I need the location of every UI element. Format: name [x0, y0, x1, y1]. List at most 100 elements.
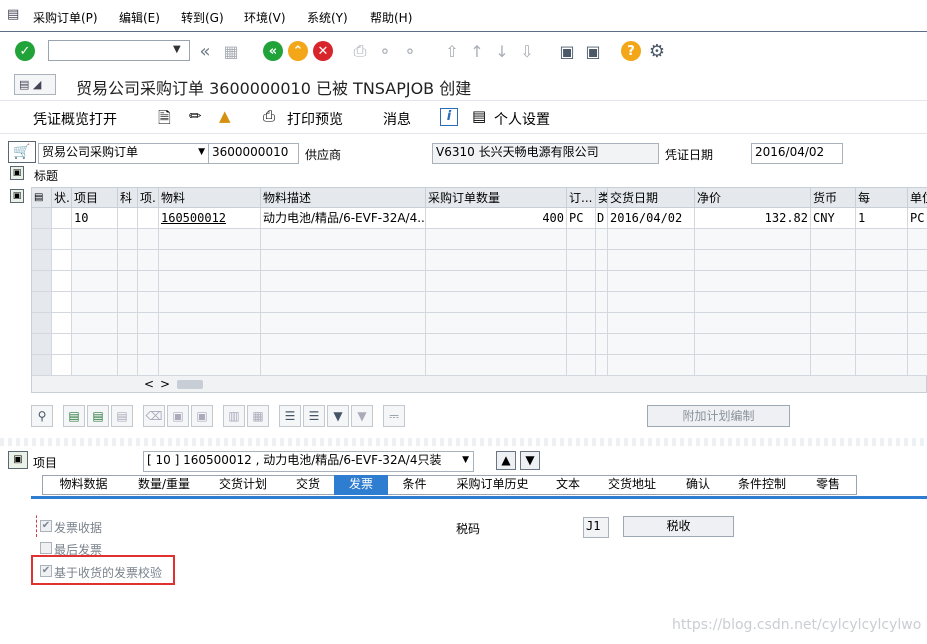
messages-button[interactable]: 消息 — [383, 109, 411, 129]
tab-po-history[interactable]: 采购订单历史 — [441, 476, 545, 494]
cart-icon[interactable]: 🛒 — [8, 141, 36, 163]
session-menu-icon[interactable]: ▤ ◢ — [14, 74, 56, 95]
currency-cell[interactable]: CNY — [811, 208, 856, 229]
filter-icon[interactable]: ▼ — [327, 405, 349, 427]
cancel-icon[interactable]: ✕ — [312, 40, 334, 62]
tab-delivery[interactable]: 交货 — [282, 476, 335, 494]
next-item-button[interactable]: ▼ — [520, 451, 540, 470]
new-document-icon[interactable]: 🗎 — [158, 107, 171, 134]
exit-icon[interactable]: ⌃ — [287, 40, 309, 62]
status-cell[interactable] — [52, 208, 72, 229]
quantity-cell[interactable]: 400 — [426, 208, 567, 229]
scroll-left-icon[interactable]: < — [144, 377, 154, 391]
info-icon[interactable]: i — [440, 108, 458, 126]
menu-edit[interactable]: 编辑(E) — [119, 9, 160, 26]
horizontal-scrollbar-thumb[interactable] — [177, 380, 203, 389]
category-cell[interactable] — [138, 208, 159, 229]
column-header[interactable]: 净价 — [695, 188, 811, 208]
column-header[interactable]: 项目 — [72, 188, 118, 208]
empty-cell[interactable] — [52, 229, 72, 250]
empty-cell[interactable] — [52, 355, 72, 376]
document-overview-button[interactable]: 凭证概览打开 — [33, 109, 117, 129]
tab-texts[interactable]: 文本 — [544, 476, 593, 494]
final-invoice-checkbox[interactable] — [40, 542, 52, 554]
tab-delivery-address[interactable]: 交货地址 — [592, 476, 673, 494]
item-select[interactable]: [ 10 ] 160500012 , 动力电池/精品/6-EVF-32A/4只装… — [143, 451, 474, 472]
details-icon[interactable]: ⚲ — [31, 405, 53, 427]
column-header[interactable]: 订... — [567, 188, 596, 208]
row-selector[interactable] — [32, 208, 52, 229]
menu-icon[interactable]: ▤ — [7, 7, 19, 22]
taxes-button[interactable]: 税收 — [623, 516, 734, 537]
empty-cell[interactable] — [52, 271, 72, 292]
delivery-date-cell[interactable]: 2016/04/02 — [608, 208, 695, 229]
command-field[interactable] — [48, 40, 190, 61]
other-document-icon[interactable]: ▲ — [219, 107, 231, 125]
menu-goto[interactable]: 转到(G) — [181, 9, 224, 26]
account-cell[interactable] — [118, 208, 138, 229]
material-cell[interactable]: 160500012 — [159, 208, 261, 229]
display-change-icon[interactable]: ✏ — [189, 107, 202, 125]
document-type-select[interactable]: 贸易公司采购订单 ▼ — [38, 143, 210, 164]
help-icon[interactable]: ? — [620, 40, 642, 62]
column-header[interactable]: 单位 — [908, 188, 927, 208]
back-double-icon[interactable]: « — [194, 40, 216, 62]
po-number-field[interactable]: 3600000010 — [208, 143, 299, 164]
column-header[interactable]: 项. — [138, 188, 159, 208]
additional-planning-button[interactable]: 附加计划编制 — [647, 405, 790, 427]
menu-help[interactable]: 帮助(H) — [370, 9, 412, 26]
collapse-items-icon[interactable]: ▣ — [10, 189, 24, 203]
column-header[interactable]: 每 — [856, 188, 908, 208]
print-preview-button[interactable]: 打印预览 — [287, 109, 343, 129]
tax-code-field[interactable]: J1 — [583, 517, 609, 538]
empty-cell[interactable] — [52, 250, 72, 271]
sort-descending-icon[interactable]: ☰ — [303, 405, 325, 427]
deselect-rows-icon[interactable]: ▤ — [87, 405, 109, 427]
vendor-field[interactable]: V6310 长兴天畅电源有限公司 — [432, 143, 659, 164]
print-preview-icon[interactable]: ⎙ — [263, 107, 275, 125]
new-session-icon[interactable]: ▣ — [556, 40, 578, 62]
personal-settings-icon[interactable]: ▤ — [472, 107, 486, 125]
net-price-cell[interactable]: 132.82 — [695, 208, 811, 229]
column-header[interactable]: 类 — [596, 188, 608, 208]
menu-system[interactable]: 系统(Y) — [307, 9, 348, 26]
tab-material-data[interactable]: 物料数据 — [43, 476, 125, 494]
invoice-receipt-checkbox[interactable]: ✔ — [40, 520, 52, 532]
splitter[interactable] — [0, 438, 927, 446]
column-header[interactable]: 采购订单数量 — [426, 188, 567, 208]
unit-cell[interactable]: PC — [908, 208, 927, 229]
expand-header-icon[interactable]: ▣ — [10, 166, 24, 180]
tab-condition-control[interactable]: 条件控制 — [724, 476, 801, 494]
column-header[interactable]: 交货日期 — [608, 188, 695, 208]
tab-retail[interactable]: 零售 — [800, 476, 857, 494]
doc-date-field[interactable]: 2016/04/02 — [751, 143, 843, 164]
menu-environment[interactable]: 环境(V) — [244, 9, 286, 26]
select-all-icon[interactable]: ▤ — [32, 188, 52, 208]
sort-ascending-icon[interactable]: ☰ — [279, 405, 301, 427]
item-cell[interactable]: 10 — [72, 208, 118, 229]
scroll-right-icon[interactable]: > — [160, 377, 170, 391]
tab-invoice[interactable]: 发票 — [334, 475, 389, 495]
collapse-item-detail-icon[interactable]: ▣ — [8, 451, 28, 469]
gr-based-iv-checkbox[interactable]: ✔ — [40, 565, 52, 577]
empty-cell[interactable] — [52, 313, 72, 334]
tab-confirmations[interactable]: 确认 — [672, 476, 725, 494]
empty-cell[interactable] — [52, 292, 72, 313]
select-all-rows-icon[interactable]: ▤ — [63, 405, 85, 427]
previous-item-button[interactable]: ▲ — [496, 451, 516, 470]
column-header[interactable]: 物料 — [159, 188, 261, 208]
settings-icon[interactable]: ⚙ — [646, 40, 668, 62]
uom-cell[interactable]: PC — [567, 208, 596, 229]
personal-settings-button[interactable]: 个人设置 — [494, 109, 550, 129]
per-cell[interactable]: 1 — [856, 208, 908, 229]
column-header[interactable]: 物料描述 — [261, 188, 426, 208]
tab-quantities-weights[interactable]: 数量/重量 — [124, 476, 205, 494]
back-icon[interactable]: « — [262, 40, 284, 62]
description-cell[interactable]: 动力电池/精品/6-EVF-32A/4... — [261, 208, 426, 229]
column-header[interactable]: 科 — [118, 188, 138, 208]
menu-purchase-order[interactable]: 采购订单(P) — [33, 9, 98, 26]
chevron-down-icon[interactable]: ▼ — [173, 44, 181, 55]
shortcut-icon[interactable]: ▣ — [582, 40, 604, 62]
check-icon[interactable]: ✓ — [14, 40, 36, 62]
column-header[interactable]: 状. — [52, 188, 72, 208]
